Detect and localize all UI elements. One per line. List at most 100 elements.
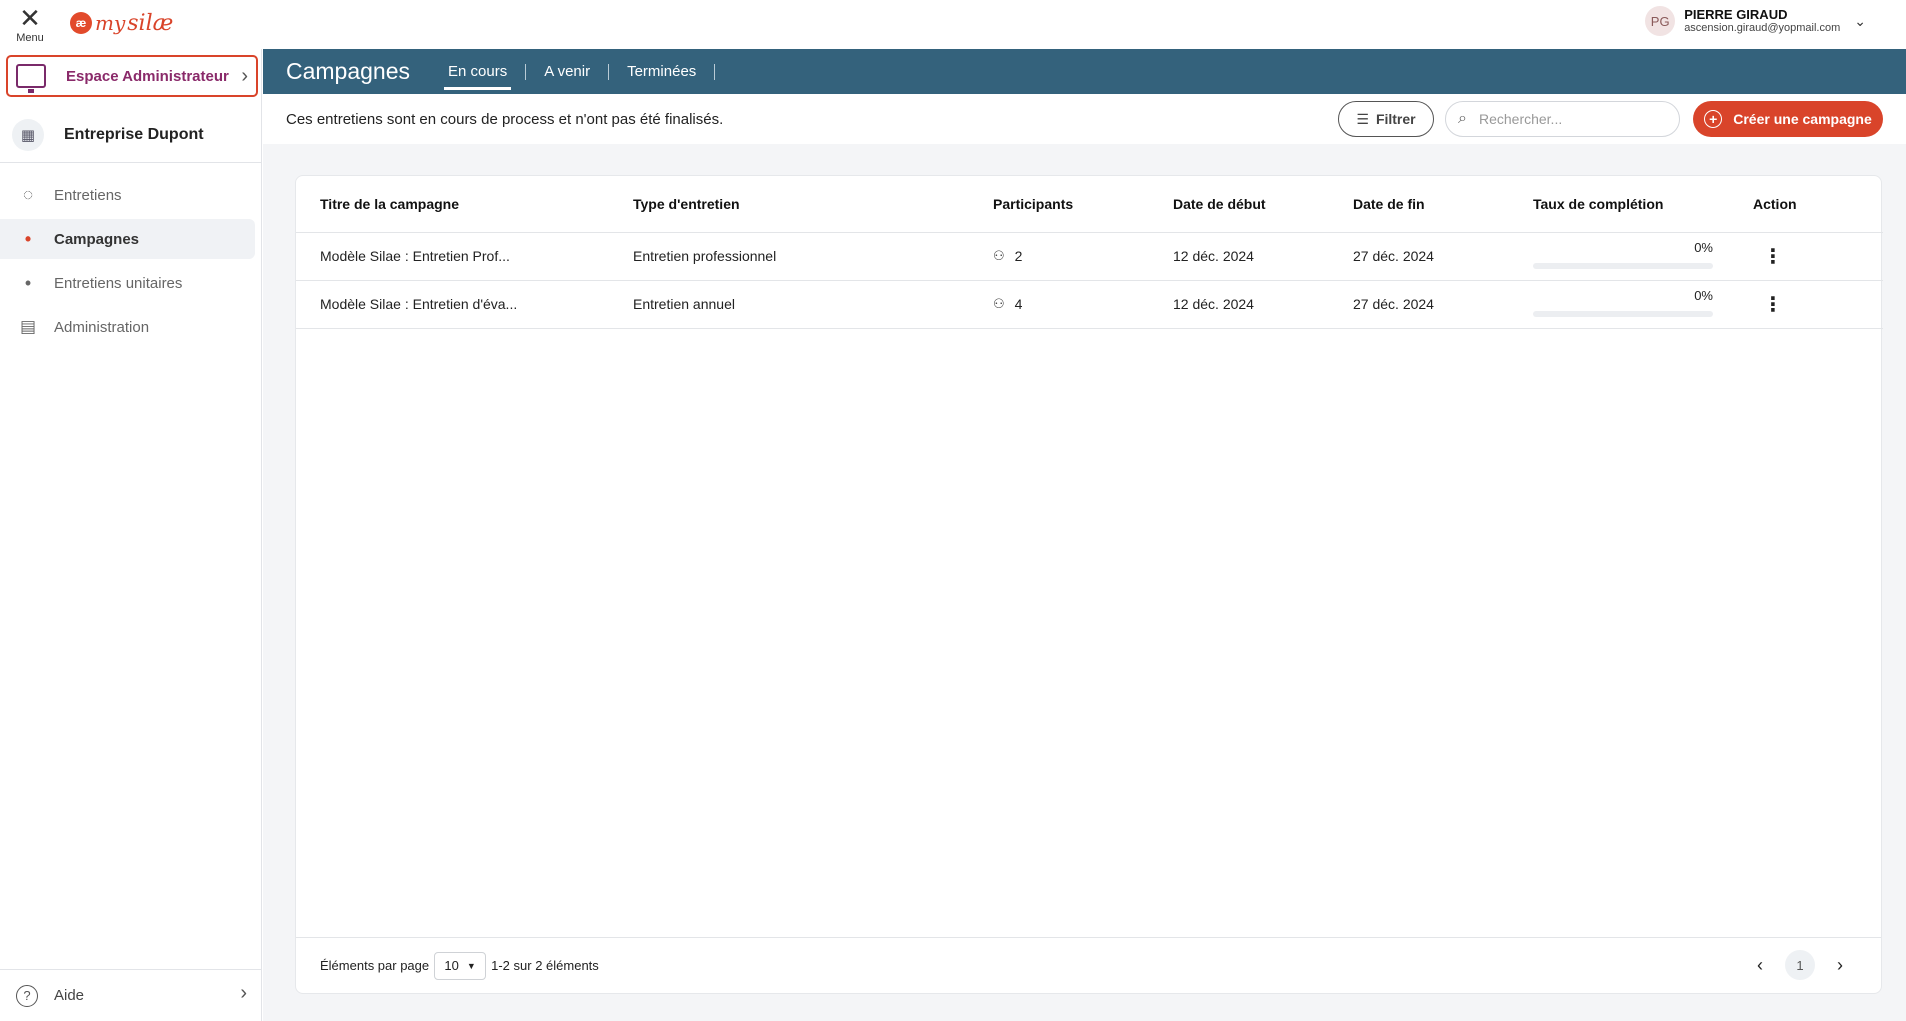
users-icon: ⚇ — [993, 248, 1005, 263]
create-campaign-label: Créer une campagne — [1733, 111, 1872, 127]
close-icon: ✕ — [19, 3, 41, 33]
range-text: 1-2 sur 2 éléments — [491, 958, 599, 973]
completion-percent: 0% — [1694, 240, 1713, 255]
cell-completion: 0% — [1533, 232, 1753, 281]
admin-space-label: Espace Administrateur — [66, 67, 229, 85]
column-header-end-date[interactable]: Date de fin — [1353, 176, 1533, 233]
create-campaign-button[interactable]: + Créer une campagne — [1693, 101, 1883, 137]
admin-icon: ▤ — [19, 317, 37, 336]
bullet-icon: • — [24, 228, 32, 249]
sidebar-item-administration[interactable]: ▤ Administration — [0, 307, 255, 347]
chat-icon: ◌ — [22, 185, 34, 204]
column-header-action: Action — [1753, 176, 1883, 233]
filter-button[interactable]: ☰ Filtrer — [1338, 101, 1434, 137]
chevron-left-icon[interactable]: ‹ — [1745, 950, 1775, 980]
page-size-select[interactable]: 10 ▼ — [434, 951, 487, 980]
sidebar: Espace Administrateur › ▦ Entreprise Dup… — [0, 49, 262, 1021]
cell-participants: ⚇ 4 — [993, 280, 1173, 329]
users-icon: ⚇ — [993, 296, 1005, 311]
sidebar-item-campagnes[interactable]: • Campagnes — [0, 219, 255, 259]
cell-participants: ⚇ 2 — [993, 232, 1173, 281]
help-label: Aide — [54, 987, 85, 1004]
filter-label: Filtrer — [1375, 111, 1416, 127]
more-actions-icon[interactable]: ⋮ — [1753, 241, 1793, 271]
tab-divider — [525, 63, 527, 80]
cell-end-date: 27 déc. 2024 — [1353, 232, 1533, 281]
more-actions-icon[interactable]: ⋮ — [1753, 289, 1793, 319]
sidebar-item-entretiens[interactable]: ◌ Entretiens — [0, 175, 255, 215]
user-info: PIERRE GIRAUD ascension.giraud@yopmail.c… — [1684, 7, 1840, 35]
cell-start-date: 12 déc. 2024 — [1173, 280, 1353, 329]
page-size-value: 10 — [444, 958, 459, 973]
page-header: Campagnes En cours A venir Terminées — [263, 49, 1906, 94]
progress-track — [1533, 311, 1713, 317]
cell-title[interactable]: Modèle Silae : Entretien d'éva... — [296, 280, 633, 329]
sidebar-item-label: Administration — [54, 318, 150, 336]
sidebar-item-label: Campagnes — [54, 230, 140, 248]
company-name: Entreprise Dupont — [64, 125, 204, 143]
table-header-row: Titre de la campagne Type d'entretien Pa… — [296, 176, 1883, 233]
caret-down-icon: ▼ — [466, 960, 476, 971]
tab-a-venir[interactable]: A venir — [540, 49, 594, 94]
chevron-right-icon[interactable]: › — [1825, 950, 1855, 980]
avatar: PG — [1645, 6, 1676, 36]
help-button[interactable]: ? Aide › — [0, 969, 261, 1021]
cell-type: Entretien professionnel — [633, 232, 993, 281]
search-box: ⌕ — [1445, 101, 1680, 137]
user-menu[interactable]: PG PIERRE GIRAUD ascension.giraud@yopmai… — [1645, 6, 1866, 36]
cell-end-date: 27 déc. 2024 — [1353, 280, 1533, 329]
logo-mark-icon: æ — [70, 12, 92, 34]
completion-progress: 0% — [1533, 286, 1713, 322]
logo-word-silae: silæ — [127, 10, 174, 36]
per-page-label: Éléments par page — [320, 958, 430, 973]
user-email: ascension.giraud@yopmail.com — [1684, 22, 1841, 34]
help-icon: ? — [16, 984, 38, 1007]
column-header-completion[interactable]: Taux de complétion — [1533, 176, 1753, 233]
table-footer: Éléments par page 10 ▼ 1-2 sur 2 élément… — [296, 937, 1881, 993]
column-header-title[interactable]: Titre de la campagne — [296, 176, 633, 233]
participants-count: 2 — [1014, 248, 1023, 264]
logo-word-my: my — [95, 11, 126, 35]
cell-title[interactable]: Modèle Silae : Entretien Prof... — [296, 232, 633, 281]
admin-space-button[interactable]: Espace Administrateur › — [6, 55, 258, 97]
user-name: PIERRE GIRAUD — [1684, 7, 1788, 22]
column-header-participants[interactable]: Participants — [993, 176, 1173, 233]
top-bar: ✕ Menu æ my silæ PG PIERRE GIRAUD ascens… — [0, 0, 1906, 49]
page-description: Ces entretiens sont en cours de process … — [286, 110, 724, 128]
completion-progress: 0% — [1533, 238, 1713, 274]
page-title: Campagnes — [286, 58, 411, 84]
cell-action: ⋮ — [1753, 280, 1883, 329]
table-row[interactable]: Modèle Silae : Entretien Prof... Entreti… — [296, 232, 1883, 281]
tab-terminees[interactable]: Terminées — [623, 49, 700, 94]
app-logo[interactable]: æ my silæ — [70, 8, 173, 38]
plus-circle-icon: + — [1704, 110, 1723, 128]
sidebar-item-label: Entretiens — [54, 186, 122, 204]
cell-completion: 0% — [1533, 280, 1753, 329]
menu-close-button[interactable]: ✕ Menu — [10, 3, 50, 44]
cell-action: ⋮ — [1753, 232, 1883, 281]
column-header-start-date[interactable]: Date de début — [1173, 176, 1353, 233]
table-row[interactable]: Modèle Silae : Entretien d'éva... Entret… — [296, 280, 1883, 329]
tab-divider — [608, 63, 610, 80]
progress-track — [1533, 263, 1713, 269]
cell-start-date: 12 déc. 2024 — [1173, 232, 1353, 281]
chevron-right-icon: › — [240, 982, 247, 1004]
sidebar-item-label: Entretiens unitaires — [54, 274, 183, 292]
building-icon: ▦ — [12, 118, 44, 151]
cell-type: Entretien annuel — [633, 280, 993, 329]
bullet-icon: • — [24, 272, 32, 293]
page-number-current[interactable]: 1 — [1785, 950, 1815, 980]
filter-icon: ☰ — [1356, 110, 1369, 127]
tab-en-cours[interactable]: En cours — [444, 49, 512, 94]
admin-monitor-icon — [16, 64, 46, 93]
sidebar-item-entretiens-unitaires[interactable]: • Entretiens unitaires — [0, 263, 255, 303]
search-input[interactable] — [1478, 111, 1659, 127]
company-selector[interactable]: ▦ Entreprise Dupont — [0, 107, 261, 163]
search-icon: ⌕ — [1458, 110, 1467, 127]
sidebar-nav: ◌ Entretiens • Campagnes • Entretiens un… — [0, 171, 261, 351]
column-header-type[interactable]: Type d'entretien — [633, 176, 993, 233]
toolbar: Ces entretiens sont en cours de process … — [263, 94, 1906, 144]
chevron-down-icon: ⌄ — [1854, 12, 1866, 29]
completion-percent: 0% — [1694, 288, 1713, 303]
pagination: ‹ 1 › — [1745, 950, 1855, 980]
